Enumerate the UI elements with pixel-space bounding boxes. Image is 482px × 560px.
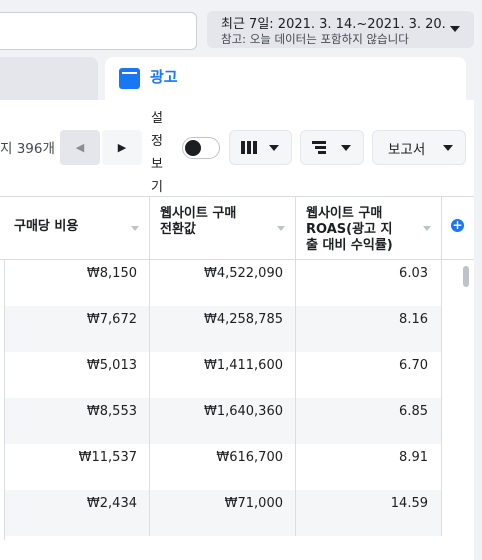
add-column-icon[interactable]: + — [451, 219, 464, 232]
roas-cell: 6.85 — [296, 398, 442, 444]
roas-cell: 8.91 — [296, 444, 442, 490]
chevron-right-icon: ▶ — [117, 141, 127, 154]
sort-icon — [131, 226, 139, 231]
tab-previous[interactable] — [0, 57, 98, 102]
roas-cell: 6.70 — [296, 352, 442, 398]
table-row[interactable]: ₩8,150 ₩4,522,090 6.03 — [5, 260, 442, 306]
roas-cell: 8.16 — [296, 306, 442, 352]
value-cell: ₩1,411,600 — [150, 352, 296, 398]
column-header-cost-per-purchase[interactable]: 구매당 비용 — [4, 197, 150, 259]
cost-cell: ₩5,013 — [5, 352, 150, 398]
breakdown-icon — [312, 141, 326, 154]
ad-icon — [119, 68, 140, 89]
cost-cell: ₩2,434 — [5, 490, 150, 536]
result-count: 지 396개 — [0, 141, 55, 157]
breakdown-button[interactable] — [300, 130, 364, 165]
reports-button-label: 보고서 — [388, 141, 426, 158]
columns-button[interactable] — [229, 130, 292, 165]
value-cell: ₩4,258,785 — [150, 306, 296, 352]
sort-icon — [277, 226, 285, 231]
value-cell: ₩1,640,360 — [150, 398, 296, 444]
previous-page-button[interactable]: ◀ — [60, 130, 100, 165]
next-page-button[interactable]: ▶ — [102, 130, 142, 165]
cost-cell: ₩8,150 — [5, 260, 150, 306]
chevron-down-icon — [443, 145, 453, 151]
tab-ads[interactable]: 광고 — [105, 57, 466, 107]
toggle-knob — [185, 140, 201, 156]
column-header-label: 웹사이트 구매 전환값 — [160, 206, 237, 237]
cost-cell: ₩11,537 — [5, 444, 150, 490]
tab-ads-label: 광고 — [150, 68, 178, 86]
table-row[interactable]: ₩8,553 ₩1,640,360 6.85 — [5, 398, 442, 444]
value-cell: ₩71,000 — [150, 490, 296, 536]
roas-cell: 14.59 — [296, 490, 442, 536]
chevron-down-icon — [450, 26, 460, 32]
cost-cell: ₩8,553 — [5, 398, 150, 444]
reports-button[interactable]: 보고서 — [372, 130, 466, 165]
chevron-down-icon — [341, 145, 351, 151]
roas-cell: 6.03 — [296, 260, 442, 306]
column-header-label: 구매당 비용 — [14, 219, 79, 234]
chevron-left-icon: ◀ — [75, 141, 85, 154]
date-range-note: 참고: 오늘 데이터는 포함하지 않습니다 — [221, 32, 409, 46]
vertical-scrollbar[interactable] — [463, 266, 469, 287]
table-row[interactable]: ₩2,434 ₩71,000 14.59 — [5, 490, 442, 536]
cost-cell: ₩7,672 — [5, 306, 150, 352]
value-cell: ₩616,700 — [150, 444, 296, 490]
view-settings-label: 설정보기 — [151, 111, 163, 195]
value-cell: ₩4,522,090 — [150, 260, 296, 306]
chevron-down-icon — [269, 145, 279, 151]
table-row[interactable]: ₩5,013 ₩1,411,600 6.70 — [5, 352, 442, 398]
column-header-label: 웹사이트 구매 ROAS(광고 지 출 대비 수익률) — [306, 206, 393, 253]
search-field[interactable] — [0, 12, 197, 50]
date-range-text: 최근 7일: 2021. 3. 14.~2021. 3. 20. — [221, 17, 446, 32]
sort-icon — [423, 226, 431, 231]
table-header: 구매당 비용 웹사이트 구매 전환값 웹사이트 구매 ROAS(광고 지 출 대… — [0, 196, 474, 260]
table-row[interactable]: ₩11,537 ₩616,700 8.91 — [5, 444, 442, 490]
column-header-purchase-value[interactable]: 웹사이트 구매 전환값 — [150, 197, 296, 259]
columns-icon — [241, 141, 257, 154]
view-settings-toggle[interactable] — [182, 137, 220, 159]
column-header-roas[interactable]: 웹사이트 구매 ROAS(광고 지 출 대비 수익률) — [296, 197, 442, 259]
date-range-picker[interactable]: 최근 7일: 2021. 3. 14.~2021. 3. 20. 참고: 오늘 … — [207, 11, 474, 48]
table-row[interactable]: ₩7,672 ₩4,258,785 8.16 — [5, 306, 442, 352]
